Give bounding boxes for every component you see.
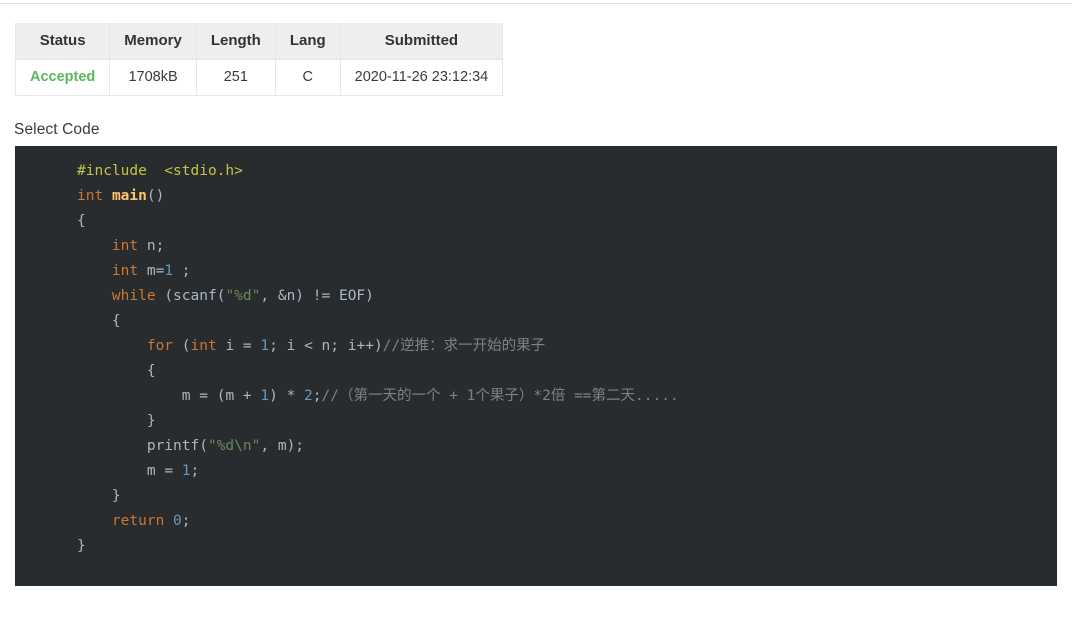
select-code-label: Select Code [14, 121, 100, 138]
cell-lang: C [274, 59, 341, 96]
column-header-status: Status [14, 23, 111, 60]
cell-submitted: 2020-11-26 23:12:34 [339, 59, 504, 96]
submission-result-table: Status Memory Length Lang Submitted Acce… [14, 23, 504, 96]
column-header-lang: Lang [274, 23, 341, 60]
cell-length: 251 [195, 59, 276, 96]
column-header-length: Length [195, 23, 276, 60]
column-header-submitted: Submitted [339, 23, 504, 60]
code-viewer[interactable]: #include <stdio.h> int main(){ int n; int… [15, 146, 1057, 586]
status-badge: Accepted [14, 59, 111, 96]
column-header-memory: Memory [109, 23, 197, 60]
table-header-row: Status Memory Length Lang Submitted [14, 23, 504, 60]
top-divider [0, 3, 1072, 4]
code-content[interactable]: #include <stdio.h> int main(){ int n; int… [15, 146, 1057, 559]
cell-memory: 1708kB [109, 59, 197, 96]
table-row: Accepted 1708kB 251 C 2020-11-26 23:12:3… [14, 59, 504, 96]
page-root: Status Memory Length Lang Submitted Acce… [0, 0, 1072, 634]
